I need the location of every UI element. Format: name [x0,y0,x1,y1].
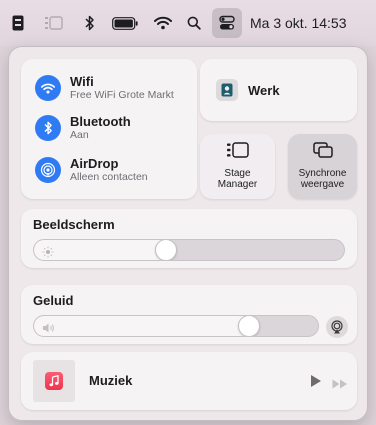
sound-tile: Geluid [21,285,357,344]
sound-title: Geluid [33,293,74,308]
spotlight-icon[interactable] [182,8,206,38]
screen-mirroring-label: Synchrone weergave [298,168,347,190]
stage-manager-icon [226,142,249,163]
display-title: Beeldscherm [33,217,115,232]
volume-slider-fill [34,316,249,336]
fast-forward-icon[interactable] [332,376,348,394]
screen-mirroring-tile[interactable]: Synchrone weergave [288,134,357,199]
focus-label: Werk [248,82,280,98]
volume-slider[interactable] [33,315,319,337]
airdrop-control[interactable]: AirDrop Alleen contacten [35,157,148,183]
now-playing-app: Muziek [89,373,133,388]
menu-bar: Ma 3 okt. 14:53 [0,0,376,46]
wifi-title: Wifi [70,74,94,89]
airplay-audio-icon[interactable] [326,316,348,338]
brightness-slider[interactable] [33,239,345,261]
bluetooth-icon[interactable] [35,115,61,141]
music-note-icon [45,372,63,390]
play-icon[interactable] [310,374,322,393]
focus-tile[interactable]: Werk [200,59,357,121]
now-playing-tile: Muziek [21,352,357,410]
battery-icon[interactable] [108,8,142,38]
control-center-icon[interactable] [212,8,242,38]
bluetooth-title: Bluetooth [70,114,131,129]
bluetooth-control[interactable]: Bluetooth Aan [35,115,131,141]
stage-manager-icon[interactable] [36,8,72,38]
person-badge-icon [216,79,238,101]
control-center-panel: Wifi Free WiFi Grote Markt Bluetooth Aan… [8,46,368,421]
brightness-slider-knob[interactable] [155,240,177,260]
stage-manager-tile[interactable]: Stage Manager [200,134,275,199]
screen-mirroring-icon [312,142,333,163]
wifi-icon[interactable] [35,75,61,101]
menubar-clock[interactable]: Ma 3 okt. 14:53 [250,8,347,38]
bluetooth-status: Aan [70,129,89,141]
album-art[interactable] [33,360,75,402]
airdrop-icon[interactable] [35,157,61,183]
speaker-icon [42,321,56,336]
airdrop-title: AirDrop [70,156,119,171]
airdrop-status: Alleen contacten [70,171,148,183]
connectivity-tile: Wifi Free WiFi Grote Markt Bluetooth Aan… [21,59,197,199]
wifi-icon[interactable] [150,8,176,38]
bluetooth-icon[interactable] [78,8,102,38]
sun-icon [42,245,54,260]
display-tile: Beeldscherm [21,209,357,268]
volume-slider-knob[interactable] [238,316,260,336]
app-icon[interactable] [8,8,28,38]
stage-manager-label: Stage Manager [217,168,258,190]
wifi-control[interactable]: Wifi Free WiFi Grote Markt [35,75,174,101]
wifi-network-name: Free WiFi Grote Markt [70,89,174,101]
